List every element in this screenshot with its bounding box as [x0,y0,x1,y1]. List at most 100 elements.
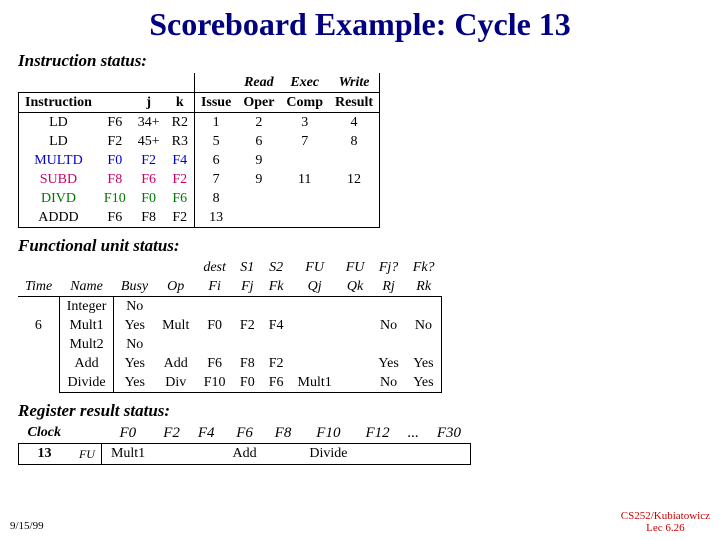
instr-j: F2 [132,151,166,170]
instr-oper [237,189,280,208]
fu-col-qj: Qj [291,277,339,297]
fu-qj [291,297,339,317]
instr-oper: 9 [237,170,280,189]
fu-rj [371,335,405,354]
fu-busy: Yes [114,354,155,373]
instr-k: R3 [166,132,195,151]
instr-dst: F10 [98,189,132,208]
instruction-status-label: Instruction status: [18,51,720,71]
rr-status-label: Register result status: [18,401,720,421]
instr-j: 34+ [132,113,166,133]
fu-fk [262,297,291,317]
fu-name: Mult1 [59,316,114,335]
fu-fj: F0 [233,373,262,393]
fu-name: Add [59,354,114,373]
instr-comp [280,208,329,228]
fu-qk [339,373,372,393]
fu-qk [339,354,372,373]
fu-name: Divide [59,373,114,393]
fu-time [18,297,59,317]
col-j: j [132,93,166,113]
fu-fi: F0 [196,316,233,335]
reg-col: F12 [356,423,398,444]
reg-val [356,444,398,465]
fu-rk: No [406,316,442,335]
footer-line1: CS252/Kubiatowicz [621,510,710,522]
instr-op: LD [19,132,98,151]
fu-fi [196,335,233,354]
instr-op: DIVD [19,189,98,208]
fu-name: Integer [59,297,114,317]
fu-col-rj: Rj [371,277,405,297]
fu-status-label: Functional unit status: [18,236,720,256]
reg-col: F6 [224,423,266,444]
fu-fi [196,297,233,317]
instr-comp: 11 [280,170,329,189]
reg-col: F0 [101,423,154,444]
reg-col: F8 [266,423,301,444]
instr-k: F4 [166,151,195,170]
fu-col-fjq: Fj? [371,258,405,277]
instr-k: F2 [166,208,195,228]
instr-oper [237,208,280,228]
instr-result [329,208,380,228]
instr-oper: 9 [237,151,280,170]
instr-j: F0 [132,189,166,208]
instr-op: MULTD [19,151,98,170]
fu-qk [339,335,372,354]
reg-col: F2 [154,423,189,444]
fu-time [18,354,59,373]
instr-issue: 1 [194,113,237,133]
instruction-status-table: Read Exec Write Instruction j k Issue Op… [18,73,720,228]
footer-date: 9/15/99 [10,520,44,532]
fu-rj: No [371,373,405,393]
col-issue: Issue [194,93,237,113]
instr-comp [280,151,329,170]
instr-dst: F6 [98,113,132,133]
instr-comp [280,189,329,208]
fu-label: FU [70,444,102,465]
fu-fj [233,297,262,317]
fu-qj [291,316,339,335]
reg-col: F30 [428,423,470,444]
reg-val [266,444,301,465]
instr-op: SUBD [19,170,98,189]
fu-time [18,373,59,393]
fu-fi: F10 [196,373,233,393]
instr-op: ADDD [19,208,98,228]
fu-time: 6 [18,316,59,335]
fu-fk: F6 [262,373,291,393]
fu-col-dest: dest [196,258,233,277]
fu-col-busy: Busy [114,277,155,297]
register-result-table: Clock F0 F2 F4 F6 F8 F10 F12 ... F30 13 … [18,423,720,465]
fu-busy: No [114,335,155,354]
fu-col-s1: S1 [233,258,262,277]
fu-col-time: Time [18,277,59,297]
reg-val [428,444,470,465]
fu-col-fk: Fk [262,277,291,297]
col-k: k [166,93,195,113]
instr-dst: F0 [98,151,132,170]
col-comp: Comp [280,93,329,113]
clock-label: Clock [19,423,70,444]
fu-time [18,335,59,354]
fu-fk: F4 [262,316,291,335]
fu-rj: Yes [371,354,405,373]
instr-oper: 6 [237,132,280,151]
col-super-exec: Exec [280,73,329,93]
fu-col-name: Name [59,277,114,297]
fu-qj: Mult1 [291,373,339,393]
instr-k: F2 [166,170,195,189]
reg-val: Divide [300,444,356,465]
instr-issue: 5 [194,132,237,151]
instr-result: 4 [329,113,380,133]
instr-comp: 7 [280,132,329,151]
reg-val: Mult1 [101,444,154,465]
col-oper: Oper [237,93,280,113]
footer-credit: CS252/Kubiatowicz Lec 6.26 [621,510,710,534]
reg-col: F10 [300,423,356,444]
fu-rk [406,297,442,317]
fu-qj [291,335,339,354]
instr-dst: F8 [98,170,132,189]
instr-result [329,151,380,170]
